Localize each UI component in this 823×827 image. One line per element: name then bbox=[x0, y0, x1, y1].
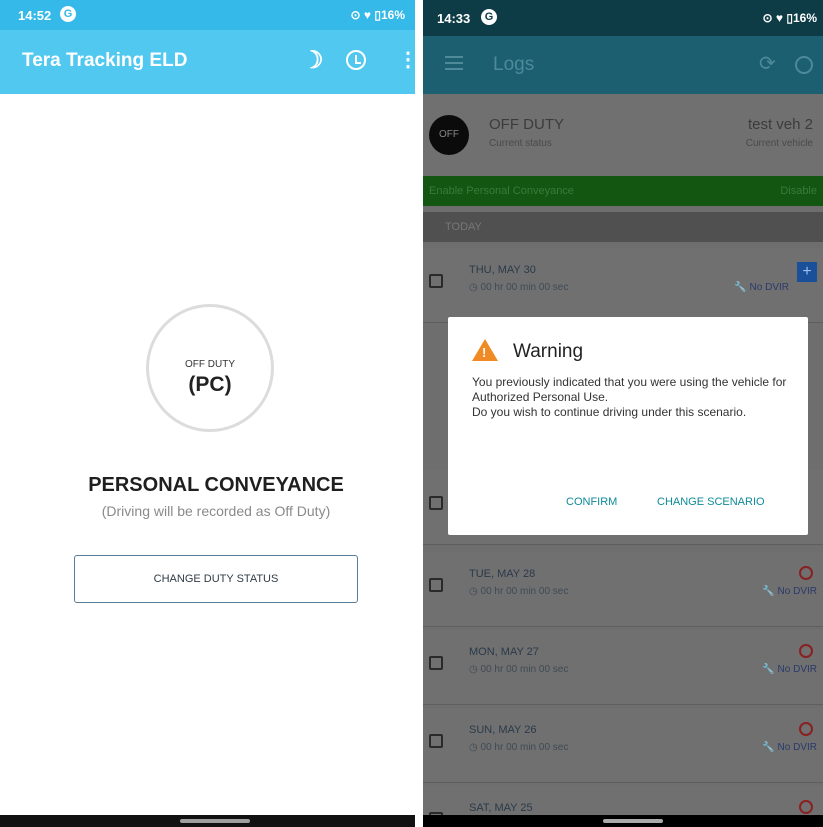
battery-percent: 16% bbox=[380, 8, 405, 22]
off-duty-badge: OFF bbox=[429, 115, 469, 155]
log-row[interactable]: TUE, MAY 28 ◷ 00 hr 00 min 00 sec 🔧 No D… bbox=[423, 552, 823, 627]
violation-icon bbox=[799, 566, 813, 580]
log-checkbox[interactable] bbox=[429, 578, 443, 592]
warning-icon: ! bbox=[472, 339, 498, 361]
today-label: TODAY bbox=[445, 221, 482, 233]
violation-icon bbox=[799, 722, 813, 736]
status-time: 14:52 bbox=[18, 8, 52, 23]
violation-icon bbox=[799, 800, 813, 814]
navigation-bar bbox=[423, 815, 823, 827]
add-log-icon[interactable]: + bbox=[797, 262, 817, 282]
home-indicator[interactable] bbox=[180, 819, 250, 823]
duty-status-circle: OFF DUTY (PC) bbox=[146, 304, 274, 432]
mode-subtitle: (Driving will be recorded as Off Duty) bbox=[101, 503, 331, 519]
log-date: MON, MAY 27 bbox=[469, 646, 539, 658]
log-dvir-status: 🔧 No DVIR bbox=[762, 742, 817, 753]
log-row[interactable]: THU, MAY 30 ◷ 00 hr 00 min 00 sec 🔧 No D… bbox=[423, 248, 823, 323]
app-title: Logs bbox=[493, 54, 535, 75]
violation-icon bbox=[799, 644, 813, 658]
night-mode-icon[interactable]: ☽ bbox=[302, 46, 324, 75]
more-options-icon[interactable]: ⋮ bbox=[398, 50, 415, 70]
current-vehicle-caption: Current vehicle bbox=[745, 138, 813, 149]
log-dvir-status: 🔧 No DVIR bbox=[762, 664, 817, 675]
log-date: THU, MAY 30 bbox=[469, 264, 536, 276]
log-dvir-status: 🔧 No DVIR bbox=[734, 282, 789, 293]
log-date: SUN, MAY 26 bbox=[469, 724, 537, 736]
dialog-title: Warning bbox=[513, 341, 584, 362]
log-row[interactable]: MON, MAY 27 ◷ 00 hr 00 min 00 sec 🔧 No D… bbox=[423, 630, 823, 705]
status-time: 14:33 bbox=[437, 11, 471, 26]
google-icon: G bbox=[60, 6, 76, 22]
log-hours: ◷ 00 hr 00 min 00 sec bbox=[469, 742, 569, 753]
personal-conveyance-screen: 14:52 G ⊙ ♥ ▯16% Tera Tracking ELD ☽ ⋮ O… bbox=[0, 0, 415, 827]
log-hours: ◷ 00 hr 00 min 00 sec bbox=[469, 282, 569, 293]
app-bar: Logs ⟳ bbox=[423, 36, 823, 94]
google-icon: G bbox=[481, 9, 497, 25]
log-hours: ◷ 00 hr 00 min 00 sec bbox=[469, 664, 569, 675]
warning-dialog: ! Warning You previously indicated that … bbox=[448, 317, 808, 535]
dialog-body: You previously indicated that you were u… bbox=[472, 375, 794, 420]
log-checkbox[interactable] bbox=[429, 656, 443, 670]
change-scenario-button[interactable]: CHANGE SCENARIO bbox=[657, 496, 765, 508]
log-date: SAT, MAY 25 bbox=[469, 802, 533, 814]
change-duty-status-button[interactable]: CHANGE DUTY STATUS bbox=[74, 555, 358, 603]
battery-indicator: ⊙ ♥ ▯16% bbox=[350, 8, 405, 22]
sync-icon[interactable]: ⟳ bbox=[759, 51, 776, 76]
pc-disable-link[interactable]: Disable bbox=[780, 185, 817, 197]
current-status-label: OFF DUTY bbox=[489, 116, 564, 133]
log-dvir-status: 🔧 No DVIR bbox=[762, 586, 817, 597]
status-bar: 14:52 G ⊙ ♥ ▯16% bbox=[0, 0, 415, 30]
confirm-button[interactable]: CONFIRM bbox=[566, 496, 617, 508]
log-hours: ◷ 00 hr 00 min 00 sec bbox=[469, 586, 569, 597]
dialog-message-line-1: You previously indicated that you were u… bbox=[472, 375, 787, 404]
personal-conveyance-bar[interactable]: Enable Personal Conveyance Disable bbox=[423, 176, 823, 206]
alarm-clock-icon[interactable] bbox=[795, 56, 813, 74]
dialog-message-line-2: Do you wish to continue driving under th… bbox=[472, 405, 747, 419]
log-row[interactable]: SUN, MAY 26 ◷ 00 hr 00 min 00 sec 🔧 No D… bbox=[423, 708, 823, 783]
hamburger-menu-icon[interactable] bbox=[445, 56, 463, 70]
mode-title: PERSONAL CONVEYANCE bbox=[88, 474, 344, 496]
duty-status-label: OFF DUTY bbox=[185, 359, 235, 370]
current-status-panel: OFF OFF DUTY Current status test veh 2 C… bbox=[423, 94, 823, 176]
log-checkbox[interactable] bbox=[429, 734, 443, 748]
pc-bar-label: Enable Personal Conveyance bbox=[429, 185, 574, 197]
app-title: Tera Tracking ELD bbox=[22, 50, 188, 71]
logs-screen: 14:33 G ⊙ ♥ ▯16% Logs ⟳ OFF OFF DUTY Cur… bbox=[423, 0, 823, 827]
current-status-caption: Current status bbox=[489, 138, 552, 149]
alarm-clock-icon[interactable] bbox=[346, 50, 366, 70]
status-bar: 14:33 G ⊙ ♥ ▯16% bbox=[423, 0, 823, 36]
current-vehicle-label[interactable]: test veh 2 bbox=[748, 116, 813, 133]
app-bar: Tera Tracking ELD ☽ ⋮ bbox=[0, 30, 415, 94]
duty-status-code: (PC) bbox=[188, 373, 232, 396]
log-checkbox[interactable] bbox=[429, 496, 443, 510]
log-checkbox[interactable] bbox=[429, 274, 443, 288]
navigation-bar bbox=[0, 815, 415, 827]
today-header: TODAY bbox=[423, 212, 823, 242]
home-indicator[interactable] bbox=[603, 819, 663, 823]
log-date: TUE, MAY 28 bbox=[469, 568, 536, 580]
battery-indicator: ⊙ ♥ ▯16% bbox=[762, 11, 817, 25]
screenshot-root: 14:52 G ⊙ ♥ ▯16% Tera Tracking ELD ☽ ⋮ O… bbox=[0, 0, 823, 827]
battery-percent: 16% bbox=[792, 11, 817, 25]
